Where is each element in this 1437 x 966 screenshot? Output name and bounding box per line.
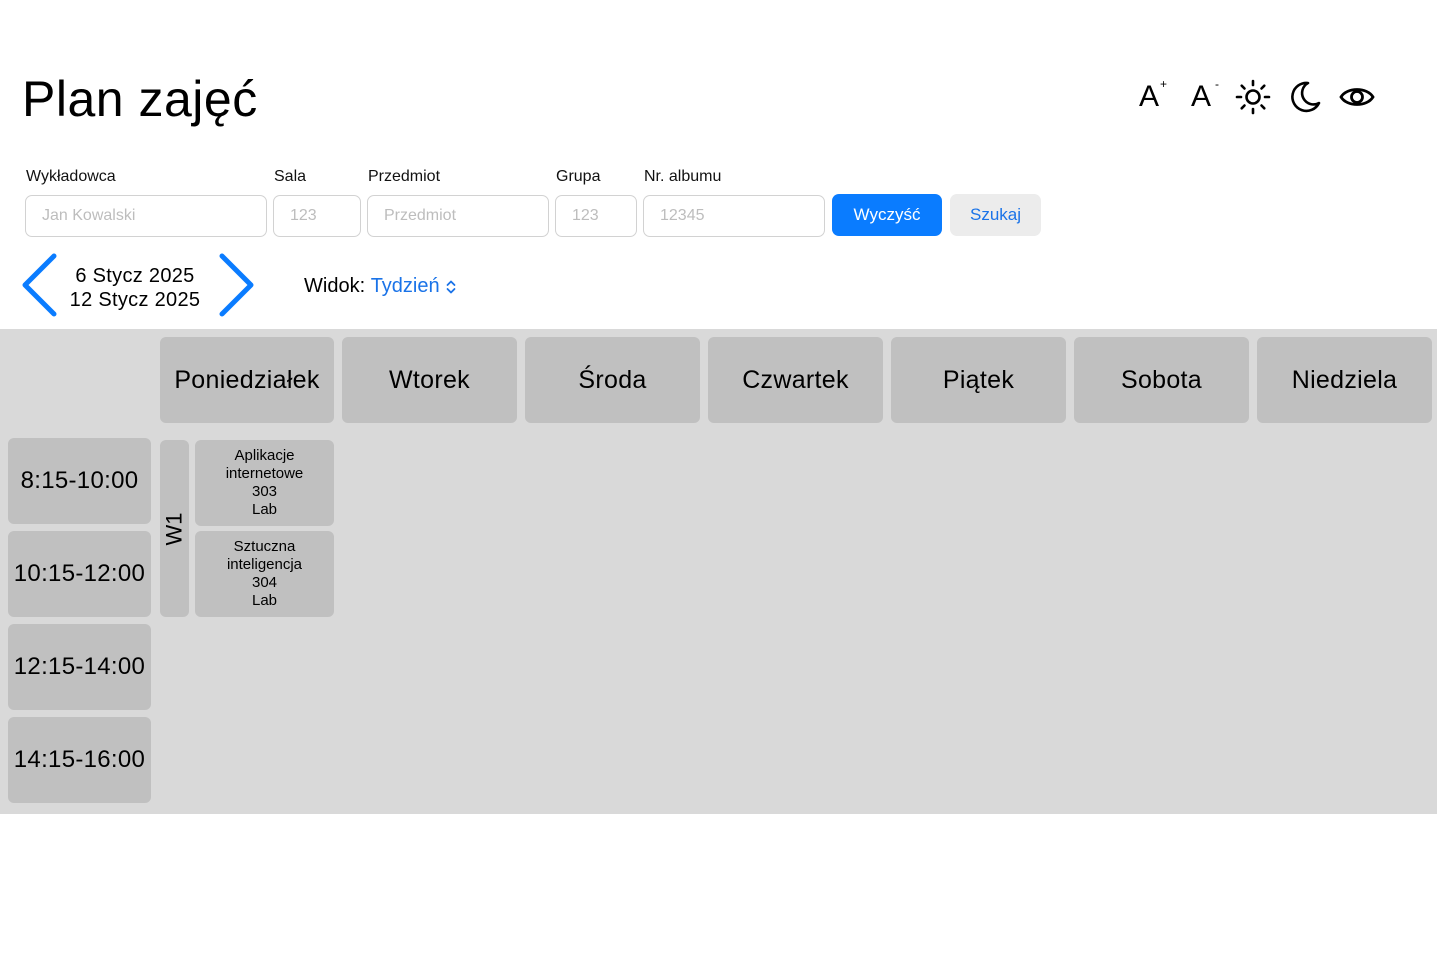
event-room: 304	[251, 574, 278, 591]
day-header-friday: Piątek	[891, 337, 1066, 423]
page-title: Plan zajęć	[22, 71, 258, 127]
subject-label: Przedmiot	[368, 168, 441, 185]
day-header-wednesday: Środa	[525, 337, 700, 423]
lecturer-input[interactable]	[25, 195, 267, 237]
sun-icon[interactable]	[1234, 76, 1272, 118]
event-title-line: inteligencja	[226, 556, 303, 573]
font-decrease-icon[interactable]: A-	[1182, 76, 1220, 118]
day-header-monday: Poniedziałek	[160, 337, 334, 423]
time-slot: 14:15-16:00	[8, 717, 151, 803]
view-label: Widok:	[304, 275, 366, 297]
event-card[interactable]: Aplikacje internetowe 303 Lab	[195, 440, 334, 526]
clear-button[interactable]: Wyczyść	[832, 194, 942, 236]
lecturer-label: Wykładowca	[26, 168, 116, 185]
event-room: 303	[251, 483, 278, 500]
event-title-line: internetowe	[225, 465, 304, 482]
previous-week-button[interactable]	[20, 252, 60, 318]
group-tag: W1	[160, 440, 189, 617]
event-type: Lab	[251, 592, 278, 609]
search-button[interactable]: Szukaj	[950, 194, 1041, 236]
next-week-button[interactable]	[216, 252, 256, 318]
group-label: Grupa	[556, 168, 601, 185]
day-header-sunday: Niedziela	[1257, 337, 1432, 423]
chevron-right-icon	[219, 253, 254, 317]
time-slot: 8:15-10:00	[8, 438, 151, 524]
view-dropdown[interactable]: Tydzień	[371, 275, 456, 298]
chevron-left-icon	[22, 253, 57, 317]
album-label: Nr. albumu	[644, 168, 722, 185]
eye-icon[interactable]	[1338, 76, 1376, 118]
event-title-line: Aplikacje	[234, 447, 295, 464]
day-header-thursday: Czwartek	[708, 337, 883, 423]
moon-icon[interactable]	[1286, 76, 1324, 118]
accessibility-toolbar: A + A-	[1130, 76, 1376, 118]
event-card[interactable]: Sztuczna inteligencja 304 Lab	[195, 531, 334, 617]
view-selector: Widok: Tydzień	[304, 275, 456, 298]
event-title-line: Sztuczna	[233, 538, 296, 555]
group-label: W1	[161, 512, 187, 545]
time-slot: 12:15-14:00	[8, 624, 151, 710]
view-value: Tydzień	[370, 275, 440, 297]
room-input[interactable]	[273, 195, 361, 237]
chevron-up-down-icon	[446, 280, 456, 293]
font-increase-icon[interactable]: A +	[1130, 76, 1168, 118]
day-header-tuesday: Wtorek	[342, 337, 517, 423]
week-calendar: Poniedziałek Wtorek Środa Czwartek Piąte…	[0, 329, 1437, 814]
date-range: 6 Stycz 2025 12 Stycz 2025	[62, 264, 208, 312]
range-end-date: 12 Stycz 2025	[69, 289, 201, 311]
subject-input[interactable]	[367, 195, 549, 237]
event-type: Lab	[251, 501, 278, 518]
time-slot: 10:15-12:00	[8, 531, 151, 617]
room-label: Sala	[274, 168, 307, 185]
album-input[interactable]	[643, 195, 825, 237]
range-start-date: 6 Stycz 2025	[75, 265, 195, 287]
day-header-saturday: Sobota	[1074, 337, 1249, 423]
group-input[interactable]	[555, 195, 637, 237]
